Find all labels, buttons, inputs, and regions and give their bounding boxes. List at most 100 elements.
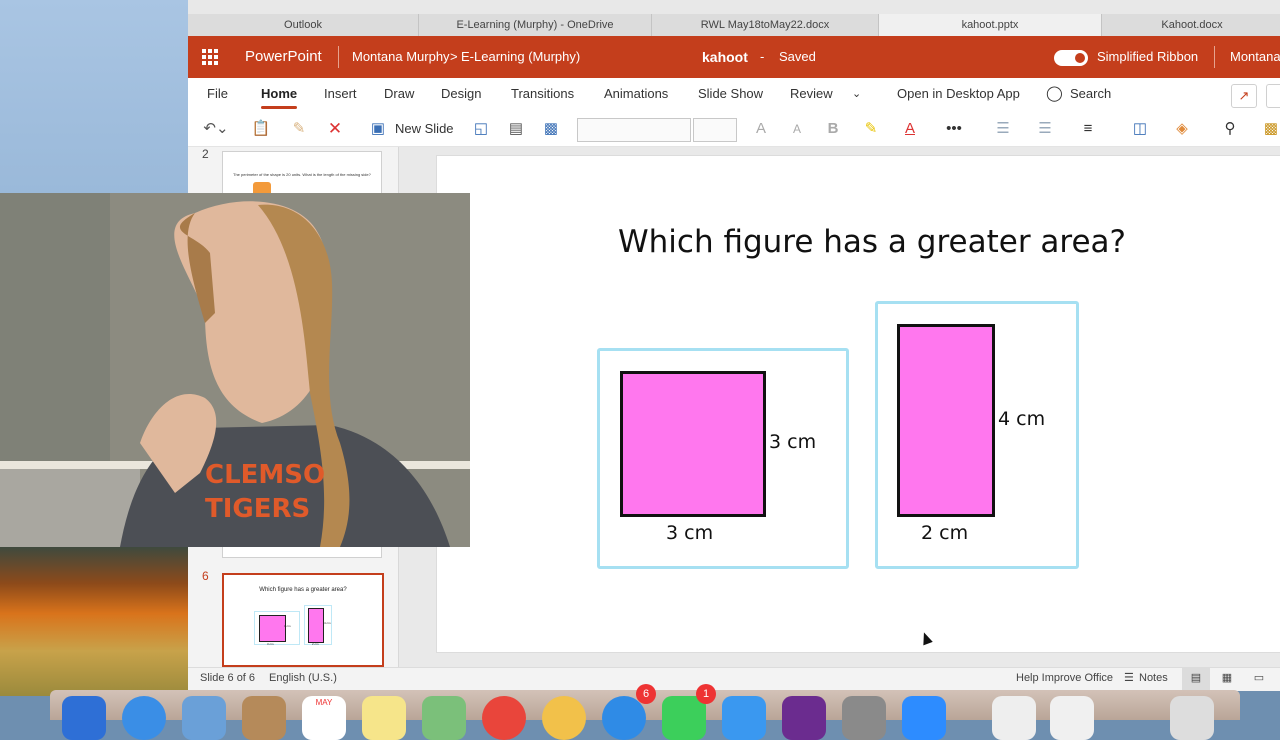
- shapes-icon[interactable]: ◫: [1125, 118, 1155, 140]
- paste-icon[interactable]: 📋: [246, 118, 276, 140]
- breadcrumb-owner[interactable]: Montana Murphy: [352, 36, 450, 78]
- shape-fill-icon[interactable]: ◈: [1167, 118, 1197, 140]
- browser-tab-bar: Outlook E-Learning (Murphy) - OneDrive R…: [188, 14, 1280, 37]
- tab-kahoot-docx[interactable]: Kahoot.docx: [1102, 14, 1280, 36]
- facetime-icon[interactable]: 1: [662, 684, 716, 740]
- square-figure[interactable]: [620, 371, 766, 517]
- numbering-icon[interactable]: ☰: [1030, 118, 1060, 140]
- tab-home[interactable]: Home: [261, 78, 298, 112]
- shrink-font-button[interactable]: A: [789, 118, 805, 140]
- status-bar: Slide 6 of 6 English (U.S.) Help Improve…: [188, 667, 1280, 691]
- notes-button[interactable]: Notes: [1139, 668, 1168, 691]
- messages-icon[interactable]: 6: [602, 684, 656, 740]
- background-icon[interactable]: ▩: [540, 118, 562, 140]
- comments-icon[interactable]: [1266, 84, 1280, 108]
- bold-button[interactable]: B: [825, 118, 841, 140]
- slide-thumbnail-6[interactable]: Which figure has a greater area? 3 cm 3 …: [222, 573, 384, 667]
- app-name[interactable]: PowerPoint: [245, 36, 322, 78]
- more-options-button[interactable]: •••: [943, 118, 965, 140]
- chrome-icon[interactable]: [482, 696, 526, 740]
- tab-file[interactable]: File: [207, 78, 228, 112]
- trash-icon[interactable]: [1170, 696, 1214, 740]
- slide-canvas[interactable]: Which figure has a greater area? 3 cm 3 …: [436, 155, 1280, 653]
- document-stack-icon[interactable]: [992, 696, 1036, 740]
- delete-icon[interactable]: ✕: [324, 118, 346, 140]
- notification-badge: 6: [636, 684, 656, 704]
- finder-icon[interactable]: [62, 696, 106, 740]
- rectangle-figure[interactable]: [897, 324, 995, 517]
- sorter-view-icon[interactable]: ▦: [1216, 668, 1238, 691]
- tab-slide-show[interactable]: Slide Show: [698, 78, 763, 112]
- simplified-ribbon-toggle[interactable]: [1054, 50, 1088, 66]
- font-family-select[interactable]: [577, 118, 691, 142]
- zoom-icon[interactable]: [902, 696, 946, 740]
- thumbnail-square: [259, 615, 286, 642]
- app-launcher-icon[interactable]: [202, 49, 218, 65]
- lightbulb-icon: ◯: [1046, 85, 1063, 102]
- user-name[interactable]: Montana: [1230, 36, 1280, 78]
- help-improve-office-link[interactable]: Help Improve Office: [1016, 668, 1113, 691]
- notes-icon[interactable]: ☰: [1124, 668, 1134, 691]
- app-store-icon[interactable]: [722, 696, 766, 740]
- bullets-icon[interactable]: ☰: [988, 118, 1018, 140]
- thumbnail-number-selected: 6: [202, 569, 209, 583]
- share-icon[interactable]: ↗: [1231, 84, 1257, 108]
- new-slide-button[interactable]: New Slide: [395, 118, 455, 140]
- more-tabs-chevron-icon[interactable]: ⌄: [852, 78, 861, 112]
- header-divider: [338, 46, 339, 68]
- tab-animations[interactable]: Animations: [604, 78, 668, 112]
- notes-app-icon[interactable]: [362, 696, 406, 740]
- new-slide-icon[interactable]: ▣: [367, 118, 389, 140]
- undo-icon[interactable]: ↶⌄: [202, 118, 230, 140]
- app-header: PowerPoint Montana Murphy > E-Learning (…: [188, 36, 1280, 78]
- screenshot-stack-icon[interactable]: [1050, 696, 1094, 740]
- maps-icon[interactable]: [422, 696, 466, 740]
- thumbnail-label: 4 cm: [324, 621, 331, 625]
- layout-icon[interactable]: ▤: [505, 118, 527, 140]
- normal-view-icon[interactable]: ▤: [1182, 668, 1210, 691]
- photos-icon[interactable]: [542, 696, 586, 740]
- font-color-button[interactable]: A: [901, 118, 919, 140]
- notification-badge: 1: [696, 684, 716, 704]
- thumbnail-label: 3 cm: [284, 624, 291, 628]
- align-text-icon[interactable]: ≡: [1073, 118, 1103, 140]
- system-preferences-icon[interactable]: [842, 696, 886, 740]
- search-box[interactable]: Search: [1070, 78, 1111, 112]
- designer-icon[interactable]: ▩: [1262, 118, 1280, 140]
- reuse-slides-icon[interactable]: ◱: [470, 118, 492, 140]
- calendar-month: MAY: [315, 698, 333, 707]
- figure-1-bottom-label: 3 cm: [666, 522, 714, 544]
- mail-icon[interactable]: [182, 696, 226, 740]
- tab-review[interactable]: Review: [790, 78, 833, 112]
- tab-outlook[interactable]: Outlook: [188, 14, 419, 36]
- breadcrumb-folder[interactable]: E-Learning (Murphy): [461, 36, 580, 78]
- calendar-icon[interactable]: MAY: [302, 696, 346, 740]
- contacts-icon[interactable]: [242, 696, 286, 740]
- podcasts-icon[interactable]: [782, 696, 826, 740]
- slide-thumbnail-2[interactable]: The perimeter of the shape is 20 units. …: [222, 151, 382, 197]
- format-painter-icon[interactable]: ✎: [288, 118, 310, 140]
- desktop-wallpaper-landscape: [0, 546, 188, 696]
- slide-title[interactable]: Which figure has a greater area?: [437, 224, 1280, 260]
- shirt-text: TIGERS: [205, 494, 310, 524]
- tab-draw[interactable]: Draw: [384, 78, 414, 112]
- tab-onedrive[interactable]: E-Learning (Murphy) - OneDrive: [419, 14, 652, 36]
- language-indicator[interactable]: English (U.S.): [269, 668, 337, 691]
- browser-address-strip: [188, 0, 1280, 14]
- grow-font-button[interactable]: A: [753, 118, 769, 140]
- tab-rwl-docx[interactable]: RWL May18toMay22.docx: [652, 14, 879, 36]
- highlighter-icon[interactable]: ✎: [860, 118, 882, 140]
- find-icon[interactable]: ⚲: [1219, 118, 1241, 140]
- tab-transitions[interactable]: Transitions: [511, 78, 574, 112]
- tab-design[interactable]: Design: [441, 78, 481, 112]
- ribbon-toolbar: ↶⌄ 📋 ✎ ✕ ▣ New Slide ◱ ▤ ▩ A A B ✎ A •••…: [188, 112, 1280, 147]
- open-desktop-app-button[interactable]: Open in Desktop App: [897, 78, 1020, 112]
- header-divider-right: [1214, 46, 1215, 68]
- thumbnail-label: 2 cm: [312, 642, 319, 646]
- document-title[interactable]: kahoot: [702, 36, 748, 78]
- tab-insert[interactable]: Insert: [324, 78, 357, 112]
- tab-kahoot-pptx[interactable]: kahoot.pptx: [879, 14, 1102, 36]
- safari-icon[interactable]: [122, 696, 166, 740]
- reading-view-icon[interactable]: ▭: [1248, 668, 1270, 691]
- font-size-select[interactable]: [693, 118, 737, 142]
